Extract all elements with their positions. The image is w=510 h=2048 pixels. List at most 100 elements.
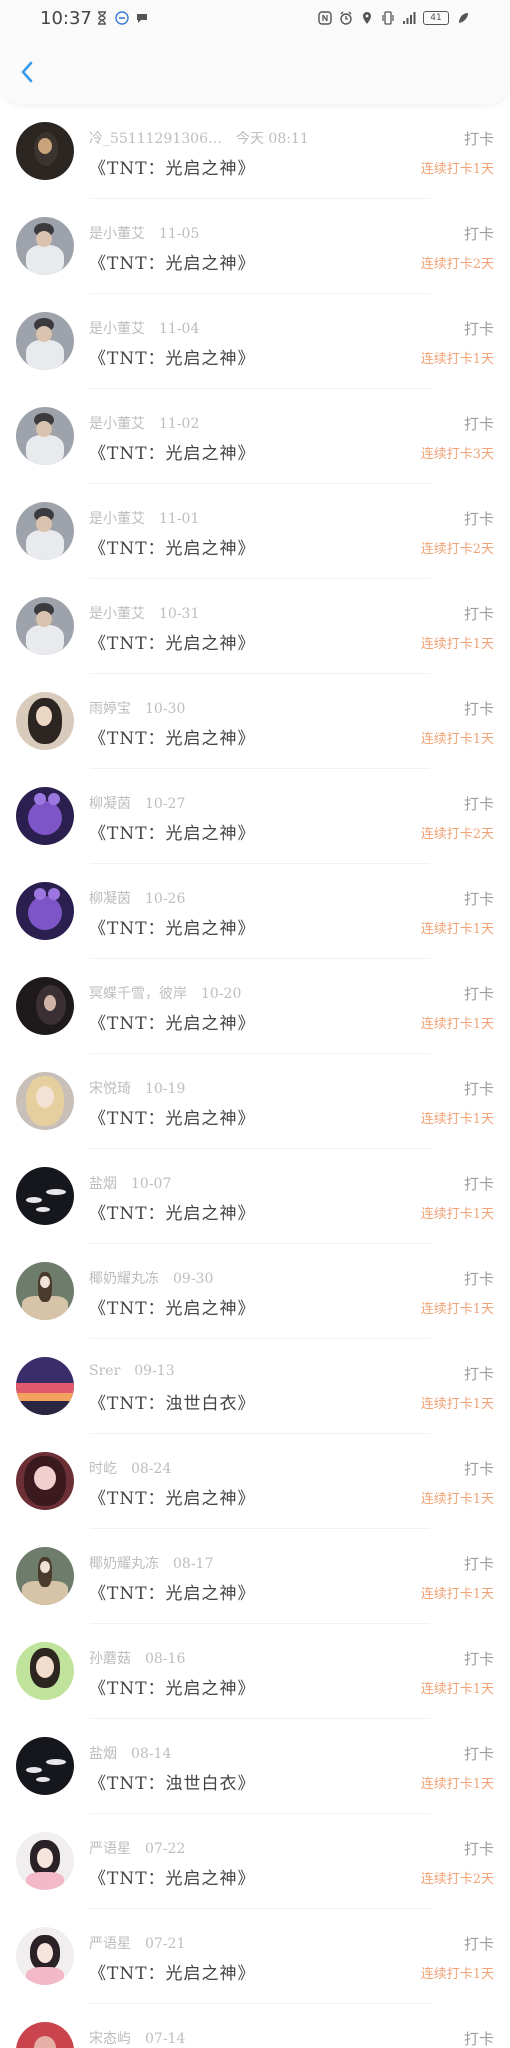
checkin-label: 打卡 [463,605,494,623]
book-title[interactable]: 《TNT：光启之神》 [89,154,256,179]
list-item[interactable]: 孙蘑菇 08-16 《TNT：光启之神》 打卡 连续打卡1天 [0,1624,510,1719]
book-title[interactable]: 《TNT：光启之神》 [89,439,256,464]
checkin-label: 打卡 [463,1650,494,1668]
avatar[interactable] [16,977,74,1035]
streak-badge: 连续打卡2天 [420,1872,494,1887]
list-item[interactable]: 时屹 08-24 《TNT：光启之神》 打卡 连续打卡1天 [0,1434,510,1529]
streak-badge: 连续打卡1天 [420,1967,494,1982]
username[interactable]: 椰奶耀丸冻 [89,1556,159,1572]
book-title[interactable]: 《TNT：浊世白衣》 [89,1769,256,1794]
book-title[interactable]: 《TNT：光启之神》 [89,534,256,559]
list-item[interactable]: 冥蝶千雪，彼岸 10-20 《TNT：光启之神》 打卡 连续打卡1天 [0,959,510,1054]
list-item[interactable]: 柳凝茵 10-27 《TNT：光启之神》 打卡 连续打卡2天 [0,769,510,864]
username[interactable]: Srer [89,1363,120,1379]
username[interactable]: 是小董艾 [89,606,145,622]
username[interactable]: 柳凝茵 [89,891,131,907]
list-item[interactable]: 椰奶耀丸冻 08-17 《TNT：光启之神》 打卡 连续打卡1天 [0,1529,510,1624]
book-title[interactable]: 《TNT：光启之神》 [89,819,256,844]
status-left-icons [95,11,149,25]
streak-badge: 连续打卡1天 [420,1492,494,1507]
record-meta: 盐烟 10-07 [89,1173,171,1193]
avatar[interactable] [16,1547,74,1605]
avatar[interactable] [16,217,74,275]
username[interactable]: 宋态屿 [89,2031,131,2047]
checkin-date: 今天 08:11 [235,131,309,147]
list-item[interactable]: 是小董艾 10-31 《TNT：光启之神》 打卡 连续打卡1天 [0,579,510,674]
checkin-label: 打卡 [463,225,494,243]
avatar[interactable] [16,1167,74,1225]
book-title[interactable]: 《TNT：光启之神》 [89,1959,256,1984]
username[interactable]: 宋悦琦 [89,1081,131,1097]
book-title[interactable]: 《TNT：浊世白衣》 [89,1389,256,1414]
book-title[interactable]: 《TNT：光启之神》 [89,249,256,274]
avatar[interactable] [16,1737,74,1795]
avatar[interactable] [16,787,74,845]
book-title[interactable]: 《TNT：光启之神》 [89,344,256,369]
avatar[interactable] [16,1642,74,1700]
book-title[interactable]: 《TNT：光启之神》 [89,1674,256,1699]
book-title[interactable]: 《TNT：光启之神》 [89,1009,256,1034]
avatar[interactable] [16,597,74,655]
avatar[interactable] [16,692,74,750]
list-item[interactable]: 盐烟 08-14 《TNT：浊世白衣》 打卡 连续打卡1天 [0,1719,510,1814]
list-item[interactable]: 宋态屿 07-14 打卡 [0,2004,510,2048]
book-title[interactable]: 《TNT：光启之神》 [89,629,256,654]
checkin-label: 打卡 [463,320,494,338]
avatar[interactable] [16,502,74,560]
book-title[interactable]: 《TNT：光启之神》 [89,1294,256,1319]
book-title[interactable]: 《TNT：光启之神》 [89,1104,256,1129]
avatar[interactable] [16,1357,74,1415]
list-item[interactable]: 盐烟 10-07 《TNT：光启之神》 打卡 连续打卡1天 [0,1149,510,1244]
avatar[interactable] [16,312,74,370]
avatar[interactable] [16,882,74,940]
avatar[interactable] [16,1927,74,1985]
username[interactable]: 是小董艾 [89,511,145,527]
list-item[interactable]: 是小董艾 11-01 《TNT：光启之神》 打卡 连续打卡2天 [0,484,510,579]
book-title[interactable]: 《TNT：光启之神》 [89,1199,256,1224]
avatar[interactable] [16,1452,74,1510]
username[interactable]: 严语星 [89,1841,131,1857]
username[interactable]: 是小董艾 [89,416,145,432]
username[interactable]: 雨婷宝 [89,701,131,717]
username[interactable]: 盐烟 [89,1746,117,1762]
username[interactable]: 是小董艾 [89,226,145,242]
avatar[interactable] [16,1262,74,1320]
avatar[interactable] [16,1832,74,1890]
avatar[interactable] [16,1072,74,1130]
username[interactable]: 椰奶耀丸冻 [89,1271,159,1287]
list-item[interactable]: 是小董艾 11-04 《TNT：光启之神》 打卡 连续打卡1天 [0,294,510,389]
list-item[interactable]: 冷_55111291306… 今天 08:11 《TNT：光启之神》 打卡 连续打卡1天 [0,104,510,199]
back-button[interactable] [14,58,42,86]
record-meta: 是小董艾 10-31 [89,603,199,623]
list-item[interactable]: 宋悦琦 10-19 《TNT：光启之神》 打卡 连续打卡1天 [0,1054,510,1149]
username[interactable]: 盐烟 [89,1176,117,1192]
checkin-label: 打卡 [463,1175,494,1193]
avatar[interactable] [16,2022,74,2048]
list-item[interactable]: Srer 09-13 《TNT：浊世白衣》 打卡 连续打卡1天 [0,1339,510,1434]
book-title[interactable]: 《TNT：光启之神》 [89,724,256,749]
book-title[interactable]: 《TNT：光启之神》 [89,1579,256,1604]
username[interactable]: 孙蘑菇 [89,1651,131,1667]
username[interactable]: 柳凝茵 [89,796,131,812]
list-item[interactable]: 严语星 07-21 《TNT：光启之神》 打卡 连续打卡1天 [0,1909,510,2004]
username[interactable]: 冷_55111291306… [89,131,222,147]
book-title[interactable]: 《TNT：光启之神》 [89,1864,256,1889]
list-item[interactable]: 柳凝茵 10-26 《TNT：光启之神》 打卡 连续打卡1天 [0,864,510,959]
list-item[interactable]: 是小董艾 11-05 《TNT：光启之神》 打卡 连续打卡2天 [0,199,510,294]
list-item[interactable]: 雨婷宝 10-30 《TNT：光启之神》 打卡 连续打卡1天 [0,674,510,769]
avatar[interactable] [16,407,74,465]
streak-badge: 连续打卡1天 [420,162,494,177]
book-title[interactable]: 《TNT：光启之神》 [89,1484,256,1509]
list-item[interactable]: 严语星 07-22 《TNT：光启之神》 打卡 连续打卡2天 [0,1814,510,1909]
list-item[interactable]: 是小董艾 11-02 《TNT：光启之神》 打卡 连续打卡3天 [0,389,510,484]
username[interactable]: 冥蝶千雪，彼岸 [89,986,187,1002]
alarm-icon [340,11,352,25]
book-title[interactable]: 《TNT：光启之神》 [89,914,256,939]
avatar[interactable] [16,122,74,180]
username[interactable]: 时屹 [89,1461,117,1477]
list-item[interactable]: 椰奶耀丸冻 09-30 《TNT：光启之神》 打卡 连续打卡1天 [0,1244,510,1339]
vibrate-icon [382,11,394,25]
username[interactable]: 是小董艾 [89,321,145,337]
checkin-date: 11-02 [159,416,200,432]
username[interactable]: 严语星 [89,1936,131,1952]
